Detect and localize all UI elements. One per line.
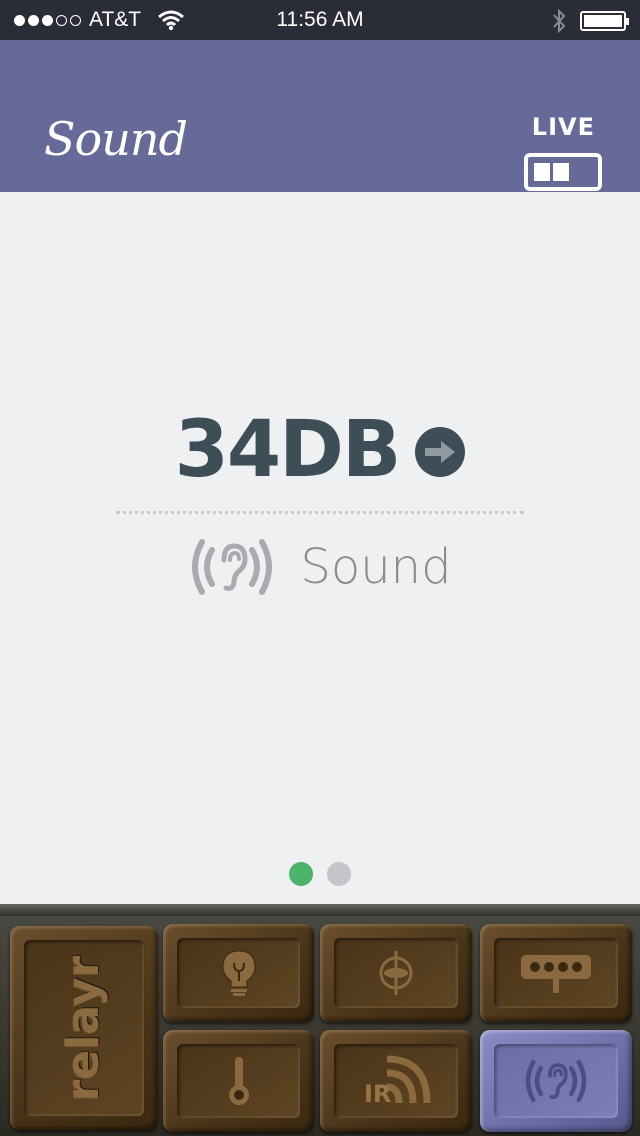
gyroscope-icon — [379, 951, 413, 995]
ir-label: IR — [364, 1080, 392, 1108]
clock: 11:56 AM — [276, 8, 364, 31]
bluetooth-icon — [553, 9, 566, 33]
page-title: Sound — [44, 112, 188, 166]
live-toggle[interactable] — [524, 153, 602, 191]
page-dot[interactable] — [327, 862, 351, 886]
temperature-sensor-tile[interactable] — [163, 1030, 314, 1132]
gyroscope-sensor-tile[interactable] — [320, 924, 472, 1022]
sound-ear-icon — [525, 1059, 587, 1103]
ir-sensor-tile[interactable]: IR — [320, 1030, 472, 1132]
page-dot-active[interactable] — [289, 862, 313, 886]
light-sensor-tile[interactable] — [163, 924, 314, 1022]
brand-logo: relayr — [58, 955, 110, 1101]
arrow-right-button[interactable] — [415, 427, 466, 477]
status-bar: AT&T 11:56 AM — [0, 0, 640, 40]
battery-icon — [580, 11, 629, 31]
thermometer-icon — [228, 1057, 249, 1105]
sensor-tray: relayr IR — [0, 904, 640, 1136]
page-indicator — [0, 862, 640, 886]
sound-ear-icon — [192, 539, 273, 595]
arrow-right-icon — [425, 441, 456, 463]
app-header: Sound LIVE — [0, 40, 640, 192]
color-sensor-icon — [521, 955, 591, 993]
sensor-value: 34DB — [174, 405, 402, 495]
color-sensor-tile[interactable] — [480, 924, 632, 1022]
divider — [116, 511, 524, 514]
live-label: LIVE — [531, 113, 595, 141]
sensor-row: Sound — [0, 534, 640, 600]
sensor-name: Sound — [300, 539, 452, 595]
reading-row: 34DB — [0, 405, 640, 495]
relayr-logo-tile[interactable]: relayr — [10, 926, 158, 1130]
light-bulb-icon — [221, 950, 256, 996]
sound-sensor-tile[interactable] — [480, 1030, 632, 1132]
status-right — [552, 9, 629, 33]
